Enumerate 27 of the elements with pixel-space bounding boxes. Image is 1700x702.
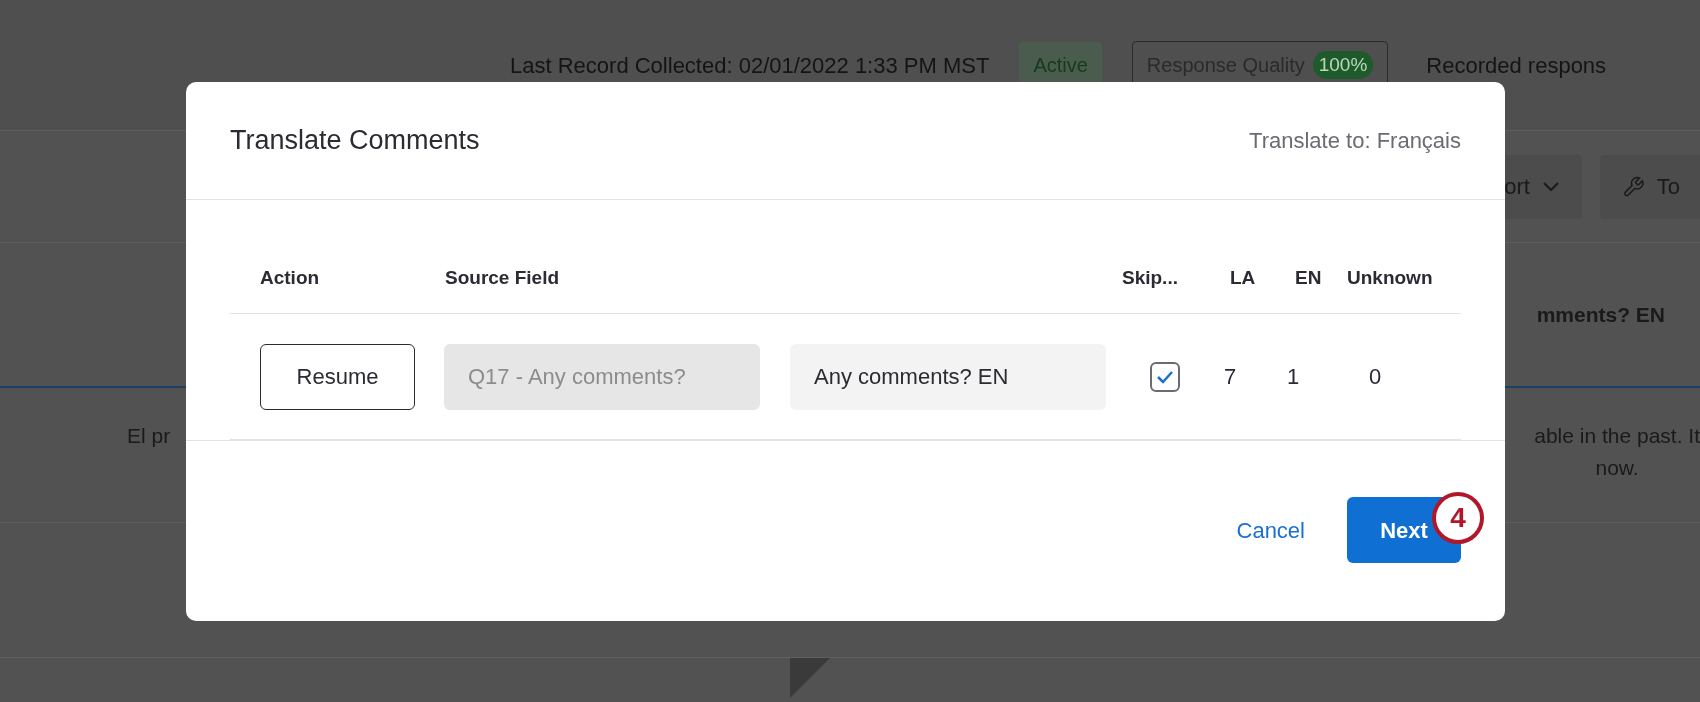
column-heading: mments? EN <box>1536 301 1665 328</box>
en-count: 1 <box>1286 363 1301 391</box>
recorded-responses-text: Recorded respons <box>1426 51 1607 80</box>
notice-text: able in the past. It <box>1534 423 1700 449</box>
column-header: LA <box>1230 266 1257 291</box>
checkmark-icon <box>1156 369 1174 384</box>
la-count: 7 <box>1223 363 1238 391</box>
cancel-link[interactable]: Cancel <box>1236 513 1305 547</box>
last-record-text: Last Record Collected: 02/01/2022 1:33 PM MST <box>510 51 990 80</box>
column-header: Skip... <box>1122 266 1179 291</box>
triangle-icon <box>790 658 830 698</box>
chevron-down-icon <box>1542 180 1560 193</box>
source-field: Q17 - Any comments? <box>444 343 760 410</box>
column-header: EN <box>1295 266 1323 291</box>
column-header: Action <box>259 266 321 291</box>
notice-text: now. <box>1595 455 1639 481</box>
resume-button[interactable]: Resume <box>260 343 415 410</box>
quality-score: 100% <box>1312 50 1374 80</box>
column-header: Unknown <box>1347 266 1434 291</box>
step-callout-tooltip: 4 <box>1432 492 1484 544</box>
unknown-count: 0 <box>1369 363 1382 391</box>
notice-text: El pr <box>127 423 171 449</box>
skip-checkbox[interactable] <box>1150 361 1180 392</box>
dialog-title: Translate Comments <box>230 124 480 158</box>
column-header: Source Field <box>445 266 561 291</box>
target-field[interactable]: Any comments? EN <box>790 343 1106 410</box>
target-language: Translate to: Français <box>1249 127 1461 155</box>
